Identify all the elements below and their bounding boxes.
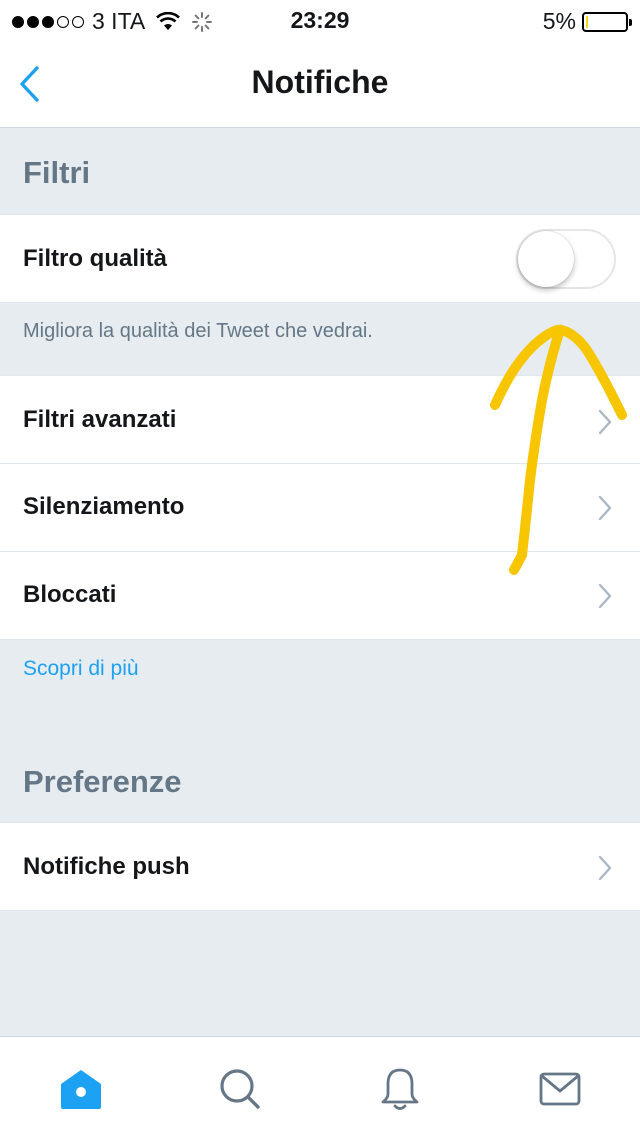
list-item-push-notifications[interactable]: Notifiche push — [0, 822, 640, 911]
mail-icon — [539, 1072, 581, 1106]
page-title: Notifiche — [251, 64, 389, 100]
list-item-muting[interactable]: Silenziamento — [0, 464, 640, 552]
navigation-bar: Notifiche — [0, 40, 640, 128]
quality-filter-helper-text: Migliora la qualità dei Tweet che vedrai… — [23, 320, 373, 342]
quality-filter-row: Filtro qualità — [0, 214, 640, 303]
list-item-label: Filtri avanzati — [23, 406, 177, 433]
section-title-filters: Filtri — [23, 155, 91, 190]
list-item-label: Silenziamento — [23, 493, 185, 520]
tab-search[interactable] — [210, 1059, 270, 1119]
list-item-blocked[interactable]: Bloccati — [0, 552, 640, 640]
tab-home[interactable] — [51, 1059, 111, 1119]
toggle-knob — [518, 231, 574, 287]
list-item-label: Notifiche push — [23, 853, 190, 880]
section-title-preferences: Preferenze — [23, 764, 182, 799]
chevron-right-icon — [598, 583, 612, 609]
battery-percent: 5% — [542, 8, 576, 34]
status-bar: 3 ITA 23:29 5% — [0, 0, 640, 40]
chevron-right-icon — [598, 409, 612, 435]
learn-more-link[interactable]: Scopri di più — [23, 657, 139, 681]
list-item-label: Bloccati — [23, 581, 117, 608]
battery-fill — [586, 15, 588, 28]
quality-filter-label: Filtro qualità — [23, 245, 167, 272]
tab-bar — [0, 1036, 640, 1136]
section-header-filters: Filtri — [0, 129, 640, 214]
list-item-advanced-filters[interactable]: Filtri avanzati — [0, 375, 640, 464]
bell-icon — [381, 1068, 419, 1110]
tab-notifications[interactable] — [370, 1059, 430, 1119]
chevron-right-icon — [598, 855, 612, 881]
status-right: 5% — [542, 8, 632, 35]
quality-filter-toggle[interactable] — [516, 229, 616, 289]
tab-messages[interactable] — [530, 1059, 590, 1119]
chevron-right-icon — [598, 495, 612, 521]
quality-filter-helper-area: Migliora la qualità dei Tweet che vedrai… — [0, 303, 640, 375]
search-icon — [220, 1069, 260, 1109]
home-icon — [61, 1070, 101, 1109]
battery-icon — [582, 11, 632, 32]
